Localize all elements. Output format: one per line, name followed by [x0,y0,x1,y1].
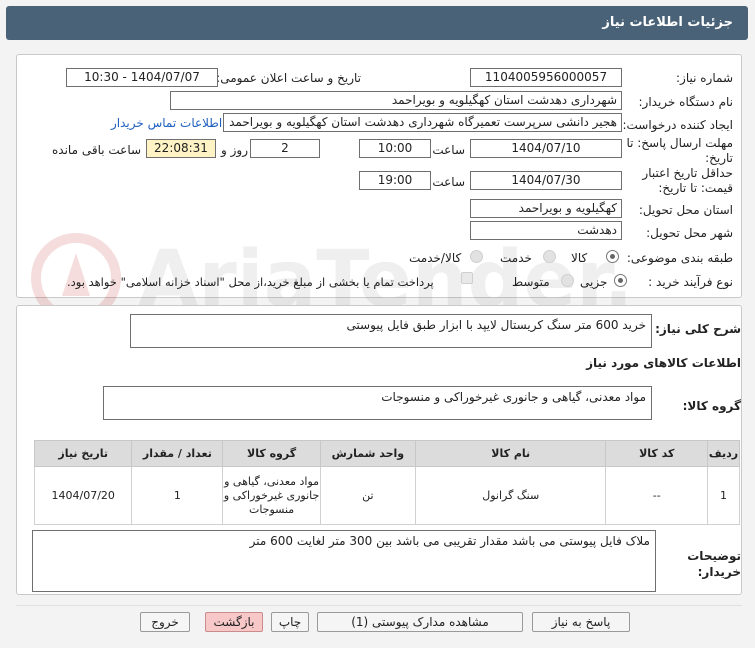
buyer-org-field: شهرداری دهدشت استان کهگیلویه و بویراحمد [170,91,622,110]
treasury-checkbox[interactable] [461,272,473,284]
validity-time-label: ساعت [432,175,465,189]
goods-table: ردیف کد کالا نام کالا واحد شمارش گروه کا… [33,440,740,525]
page-title: جزئیات اطلاعات نیاز [602,15,733,30]
announce-datetime-field: 1404/07/07 - 10:30 [66,68,218,87]
view-attachments-button[interactable]: مشاهده مدارک پیوستی (1) [317,612,523,632]
deadline-label: مهلت ارسال پاسخ: تا تاریخ: [626,136,733,165]
cell-code: -- [605,466,709,525]
col-date-header: تاریخ نیاز [33,440,133,467]
exit-button[interactable]: خروج [140,612,190,632]
goods-group-label: گروه کالا: [682,399,741,413]
cell-row: 1 [707,466,740,525]
col-code-header: کد کالا [605,440,709,467]
days-remaining-field: 2 [250,139,320,158]
cell-unit: تن [319,466,416,525]
province-field: کهگیلویه و بویراحمد [470,199,622,218]
contact-buyer-link[interactable]: اطلاعات تماس خریدار [111,116,222,130]
remaining-label: ساعت باقی مانده [52,143,142,157]
buyer-org-label: نام دستگاه خریدار: [638,95,734,109]
col-name-header: نام کالا [414,440,607,467]
category-goods-label: کالا [571,251,588,265]
back-button[interactable]: بازگشت [205,612,263,632]
remaining-time-field: 22:08:31 [146,139,216,158]
print-button[interactable]: چاپ [271,612,309,632]
province-label: استان محل تحویل: [638,203,733,217]
reply-button[interactable]: پاسخ به نیاز [532,612,630,632]
city-label: شهر محل تحویل: [646,226,733,240]
goods-group-field: مواد معدنی، گیاهی و جانوری غیرخوراکی و م… [103,386,652,420]
category-goods-service-radio[interactable] [470,250,483,263]
announce-label: تاریخ و ساعت اعلان عمومی: [216,71,361,85]
cell-date: 1404/07/20 [33,466,133,525]
cell-name: سنگ گرانول [414,466,607,525]
table-row: 1 -- سنگ گرانول تن مواد معدنی، گیاهی و ج… [33,466,740,525]
table-header-row: ردیف کد کالا نام کالا واحد شمارش گروه کا… [33,440,740,467]
col-quantity-header: تعداد / مقدار [131,440,224,467]
category-goods-service-label: کالا/خدمت [409,251,462,265]
creator-field: هجیر دانشی سرپرست تعمیرگاه شهرداری دهدشت… [223,113,622,132]
col-group-header: گروه کالا [222,440,321,467]
days-label: روز و [221,143,248,157]
notes-label: توضیحات خریدار: [687,549,741,579]
city-field: دهدشت [470,221,622,240]
process-medium-radio[interactable] [561,274,574,287]
category-service-radio[interactable] [543,250,556,263]
summary-field: خرید 600 متر سنگ کریستال لایپد با ابزار … [130,314,652,348]
deadline-time-field: 10:00 [359,139,431,158]
deadline-time-label: ساعت [432,143,465,157]
col-unit-header: واحد شمارش [319,440,416,467]
treasury-text: پرداخت تمام یا بخشی از مبلغ خرید،از محل … [67,275,434,289]
process-medium-label: متوسط [512,275,550,289]
category-service-label: خدمت [500,251,532,265]
need-number-label: شماره نیاز: [676,71,733,85]
summary-label: شرح کلی نیاز: [655,322,741,336]
process-minor-label: جزیی [580,275,608,289]
process-minor-radio[interactable] [614,274,627,287]
need-number-field: 1104005956000057 [470,68,622,87]
deadline-date-field: 1404/07/10 [470,139,622,158]
creator-label: ایجاد کننده درخواست: [622,118,733,132]
validity-label: حداقل تاریخ اعتبار قیمت: تا تاریخ: [642,166,733,195]
category-label: طبقه بندی موضوعی: [626,251,733,265]
category-goods-radio[interactable] [606,250,619,263]
validity-time-field: 19:00 [359,171,431,190]
col-row-header: ردیف [707,440,740,467]
validity-date-field: 1404/07/30 [470,171,622,190]
notes-field: ملاک فایل پیوستی می باشد مقدار تقریبی می… [32,530,656,592]
cell-group: مواد معدنی، گیاهی و جانوری غیرخوراکی و م… [222,466,321,525]
cell-quantity: 1 [131,466,224,525]
process-label: نوع فرآیند خرید : [648,275,733,289]
goods-section-title: اطلاعات کالاهای مورد نیاز [586,356,741,370]
